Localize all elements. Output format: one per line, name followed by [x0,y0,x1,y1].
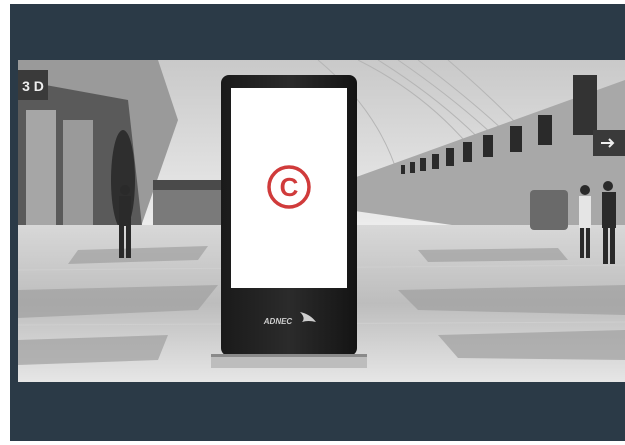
kiosk-base [211,356,367,368]
copyright-c: C [280,172,299,202]
counter-top [153,180,223,190]
photo-scene: 3 D C ADNEC [18,60,625,382]
shop-window [63,120,93,230]
wall-sign-text: 3 D [22,78,44,94]
kiosk-brand-label: ADNEC [263,317,293,326]
concourse-photo: 3 D C ADNEC [18,60,625,382]
shop-window [26,110,56,230]
right-banner [573,75,597,135]
buggy-cart [530,190,568,230]
digital-kiosk: C ADNEC [211,75,367,368]
kiosk-base-edge [211,354,367,357]
